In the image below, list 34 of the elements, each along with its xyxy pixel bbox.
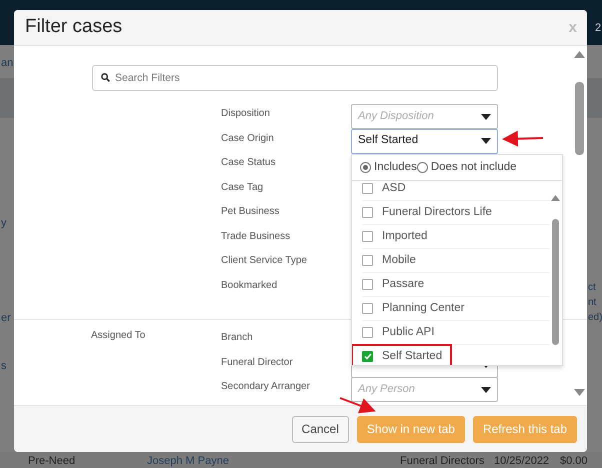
option-label: Public API [382, 324, 434, 340]
background-text: y [1, 216, 6, 231]
background-text: er [1, 311, 11, 326]
dialog-title: Filter cases [25, 15, 122, 40]
background-text: Funeral Directors [400, 454, 484, 468]
option-label: ASD [382, 181, 406, 196]
filter-label: Pet Business [221, 205, 280, 219]
filter-label: Bookmarked [221, 278, 278, 292]
option-label: Imported [382, 228, 428, 244]
background-text: Joseph M Payne [147, 454, 229, 468]
section-heading: Assigned To [91, 329, 146, 343]
filter-label: Case Tag [221, 180, 264, 194]
background-text: ct [588, 281, 596, 295]
background-text: an [1, 56, 14, 71]
filter-label: Case Origin [221, 132, 275, 146]
option-label: Funeral Directors Life [382, 204, 492, 220]
filter-label: Disposition [221, 107, 271, 121]
background-text: nt [588, 296, 596, 310]
option-label: Planning Center [382, 300, 464, 316]
background-text: 10/25/2022 [494, 454, 550, 468]
background-text: $0.00 [560, 454, 588, 468]
filter-label: Case Status [221, 156, 276, 170]
background-text: Pre-Need [28, 454, 76, 468]
filter-label: Client Service Type [221, 254, 308, 268]
option-label: Passare [382, 276, 424, 292]
option-label: Self Started [382, 348, 442, 364]
filter-label: Funeral Director [221, 356, 294, 370]
filter-label: Secondary Arranger [221, 380, 311, 394]
option-label: Mobile [382, 252, 416, 268]
filter-label: Branch [221, 331, 254, 345]
filter-label: Trade Business [221, 230, 292, 244]
background-text: s [1, 359, 6, 374]
background-text: ed) [588, 311, 602, 325]
background-text: 2 [595, 21, 602, 36]
